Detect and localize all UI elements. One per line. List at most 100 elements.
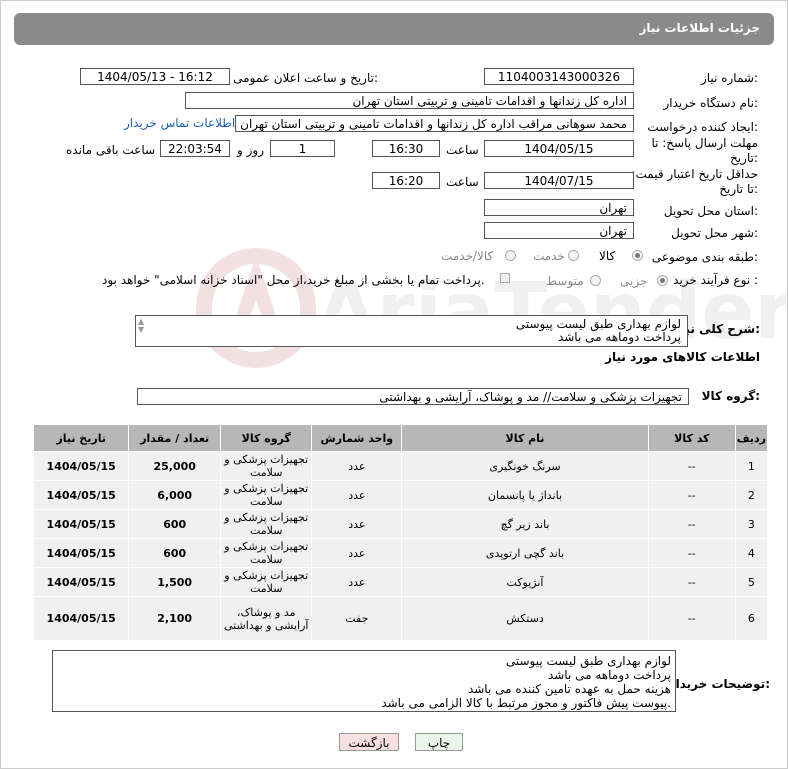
table-row: 6 -- دستکش جفت مد و پوشاک، آرایشی و بهدا… [32, 596, 769, 641]
items-table: ردیف کد کالا نام کالا واحد شمارش گروه کا… [32, 424, 769, 641]
item-unit: جفت [311, 596, 403, 641]
category-radio-goods-service[interactable] [505, 250, 516, 261]
item-code: -- [647, 567, 736, 597]
item-name: بانداژ یا پانسمان [401, 480, 649, 510]
table-row: 4 -- باند گچی ارتوپدی عدد تجهیزات پزشکی … [32, 538, 769, 568]
row-index: 2 [734, 480, 769, 510]
col-header-qty: تعداد / مقدار [128, 424, 221, 452]
treasury-payment-checkbox[interactable] [500, 273, 510, 283]
buyer-notes-textarea[interactable]: لوازم بهداری طبق لیست پیوستی پرداخت دوما… [52, 650, 676, 712]
row-index: 4 [734, 538, 769, 568]
buyer-org-label: نام دستگاه خریدار: [663, 96, 759, 110]
buyer-notes-label: توضیحات خریدار: [668, 677, 770, 691]
item-unit: عدد [311, 480, 403, 510]
validity-date-field: 1404/07/15 [484, 172, 634, 189]
col-header-unit: واحد شمارش [311, 424, 403, 452]
col-header-group: گروه کالا [219, 424, 313, 452]
buyer-notes-line-2: پرداخت دوماهه می باشد [547, 668, 671, 682]
item-code: -- [647, 451, 736, 481]
item-name: آنژیوکت [401, 567, 649, 597]
category-option-service: خدمت [533, 249, 565, 263]
creator-label: ایجاد کننده درخواست: [647, 120, 758, 134]
row-index: 5 [734, 567, 769, 597]
row-index: 6 [734, 596, 769, 641]
buyer-org-field: اداره کل زندانها و اقدامات تامینی و تربی… [185, 92, 634, 109]
days-field: 1 [270, 140, 335, 157]
city-field: تهران [484, 222, 634, 239]
item-qty: 600 [128, 538, 221, 568]
item-code: -- [647, 480, 736, 510]
item-unit: عدد [311, 538, 403, 568]
buyer-contact-link[interactable]: اطلاعات تماس خریدار [124, 116, 235, 130]
print-button[interactable]: چاپ [415, 733, 463, 751]
item-date: 1404/05/15 [32, 596, 130, 641]
payment-note: پرداخت تمام یا بخشی از مبلغ خرید،از محل … [102, 273, 485, 287]
category-label: طبقه بندی موضوعی: [651, 250, 758, 264]
description-line-2: پرداخت دوماهه می باشد [557, 330, 681, 344]
item-qty: 6,000 [128, 480, 221, 510]
table-row: 2 -- بانداژ یا پانسمان عدد تجهیزات پزشکی… [32, 480, 769, 510]
remaining-label: ساعت باقی مانده [66, 143, 156, 157]
item-date: 1404/05/15 [32, 509, 130, 539]
item-qty: 600 [128, 509, 221, 539]
purchase-option-minor: جزیی [620, 274, 648, 288]
item-group: تجهیزات پزشکی و سلامت [219, 538, 313, 568]
validity-label: حداقل تاریخ اعتبار قیمت: تا تاریخ: [631, 167, 758, 196]
buyer-notes-line-4: پیوست پیش فاکتور و مجوز مرتبط با کالا ال… [381, 696, 671, 710]
back-button[interactable]: بازگشت [339, 733, 399, 751]
scroll-arrows-icon[interactable]: ▲ ▼ [138, 318, 144, 334]
category-option-goods: کالا [599, 249, 616, 263]
item-qty: 1,500 [128, 567, 221, 597]
days-label: روز و [237, 143, 264, 157]
item-name: باند گچی ارتوپدی [401, 538, 649, 568]
item-date: 1404/05/15 [32, 538, 130, 568]
table-row: 3 -- باند زیر گچ عدد تجهیزات پزشکی و سلا… [32, 509, 769, 539]
need-number-field: 1104003143000326 [484, 68, 634, 85]
col-header-name: نام کالا [401, 424, 649, 452]
purchase-option-medium: متوسط [546, 274, 584, 288]
items-table-header: ردیف کد کالا نام کالا واحد شمارش گروه کا… [32, 424, 769, 452]
item-code: -- [647, 509, 736, 539]
item-code: -- [647, 596, 736, 641]
validity-time-field: 16:20 [372, 172, 440, 189]
creator-field: محمد سوهانی مراقب اداره کل زندانها و اقد… [235, 115, 634, 132]
table-row: 5 -- آنژیوکت عدد تجهیزات پزشکی و سلامت 1… [32, 567, 769, 597]
item-unit: عدد [311, 451, 403, 481]
category-option-goods-service: کالا/خدمت [441, 249, 494, 263]
table-row: 1 -- سرنگ خونگیری عدد تجهیزات پزشکی و سل… [32, 451, 769, 481]
goods-info-title: اطلاعات کالاهای مورد نیاز [605, 350, 760, 364]
description-textarea[interactable]: لوازم بهداری طبق لیست پیوستی پرداخت دوما… [135, 315, 688, 347]
announce-field: 1404/05/13 - 16:12 [80, 68, 230, 85]
province-field: تهران [484, 199, 634, 216]
item-unit: عدد [311, 567, 403, 597]
buyer-notes-line-1: لوازم بهداری طبق لیست پیوستی [505, 654, 671, 668]
col-header-code: کد کالا [647, 424, 736, 452]
announce-label: تاریخ و ساعت اعلان عمومی: [233, 71, 378, 85]
item-date: 1404/05/15 [32, 480, 130, 510]
item-group: تجهیزات پزشکی و سلامت [219, 567, 313, 597]
category-radio-service[interactable] [568, 250, 579, 261]
item-group: مد و پوشاک، آرایشی و بهداشتی [219, 596, 313, 641]
item-group: تجهیزات پزشکی و سلامت [219, 480, 313, 510]
goods-group-label: گروه کالا: [701, 389, 760, 403]
item-date: 1404/05/15 [32, 451, 130, 481]
goods-group-field: تجهیزات پزشکی و سلامت// مد و پوشاک، آرای… [137, 388, 689, 405]
item-qty: 25,000 [128, 451, 221, 481]
purchase-radio-minor[interactable] [657, 275, 668, 286]
row-index: 3 [734, 509, 769, 539]
item-name: باند زیر گچ [401, 509, 649, 539]
reply-date-field: 1404/05/15 [484, 140, 634, 157]
purchase-type-label: نوع فرآیند خرید : [673, 273, 758, 287]
need-number-label: شماره نیاز: [700, 71, 758, 85]
item-name: سرنگ خونگیری [401, 451, 649, 481]
purchase-radio-medium[interactable] [590, 275, 601, 286]
row-index: 1 [734, 451, 769, 481]
item-name: دستکش [401, 596, 649, 641]
item-date: 1404/05/15 [32, 567, 130, 597]
city-label: شهر محل تحویل: [671, 226, 758, 240]
page-title: جزئیات اطلاعات نیاز [639, 21, 760, 35]
item-group: تجهیزات پزشکی و سلامت [219, 451, 313, 481]
remaining-time-field: 22:03:54 [160, 140, 230, 157]
col-header-date: تاریخ نیاز [32, 424, 130, 452]
category-radio-goods[interactable] [632, 250, 643, 261]
